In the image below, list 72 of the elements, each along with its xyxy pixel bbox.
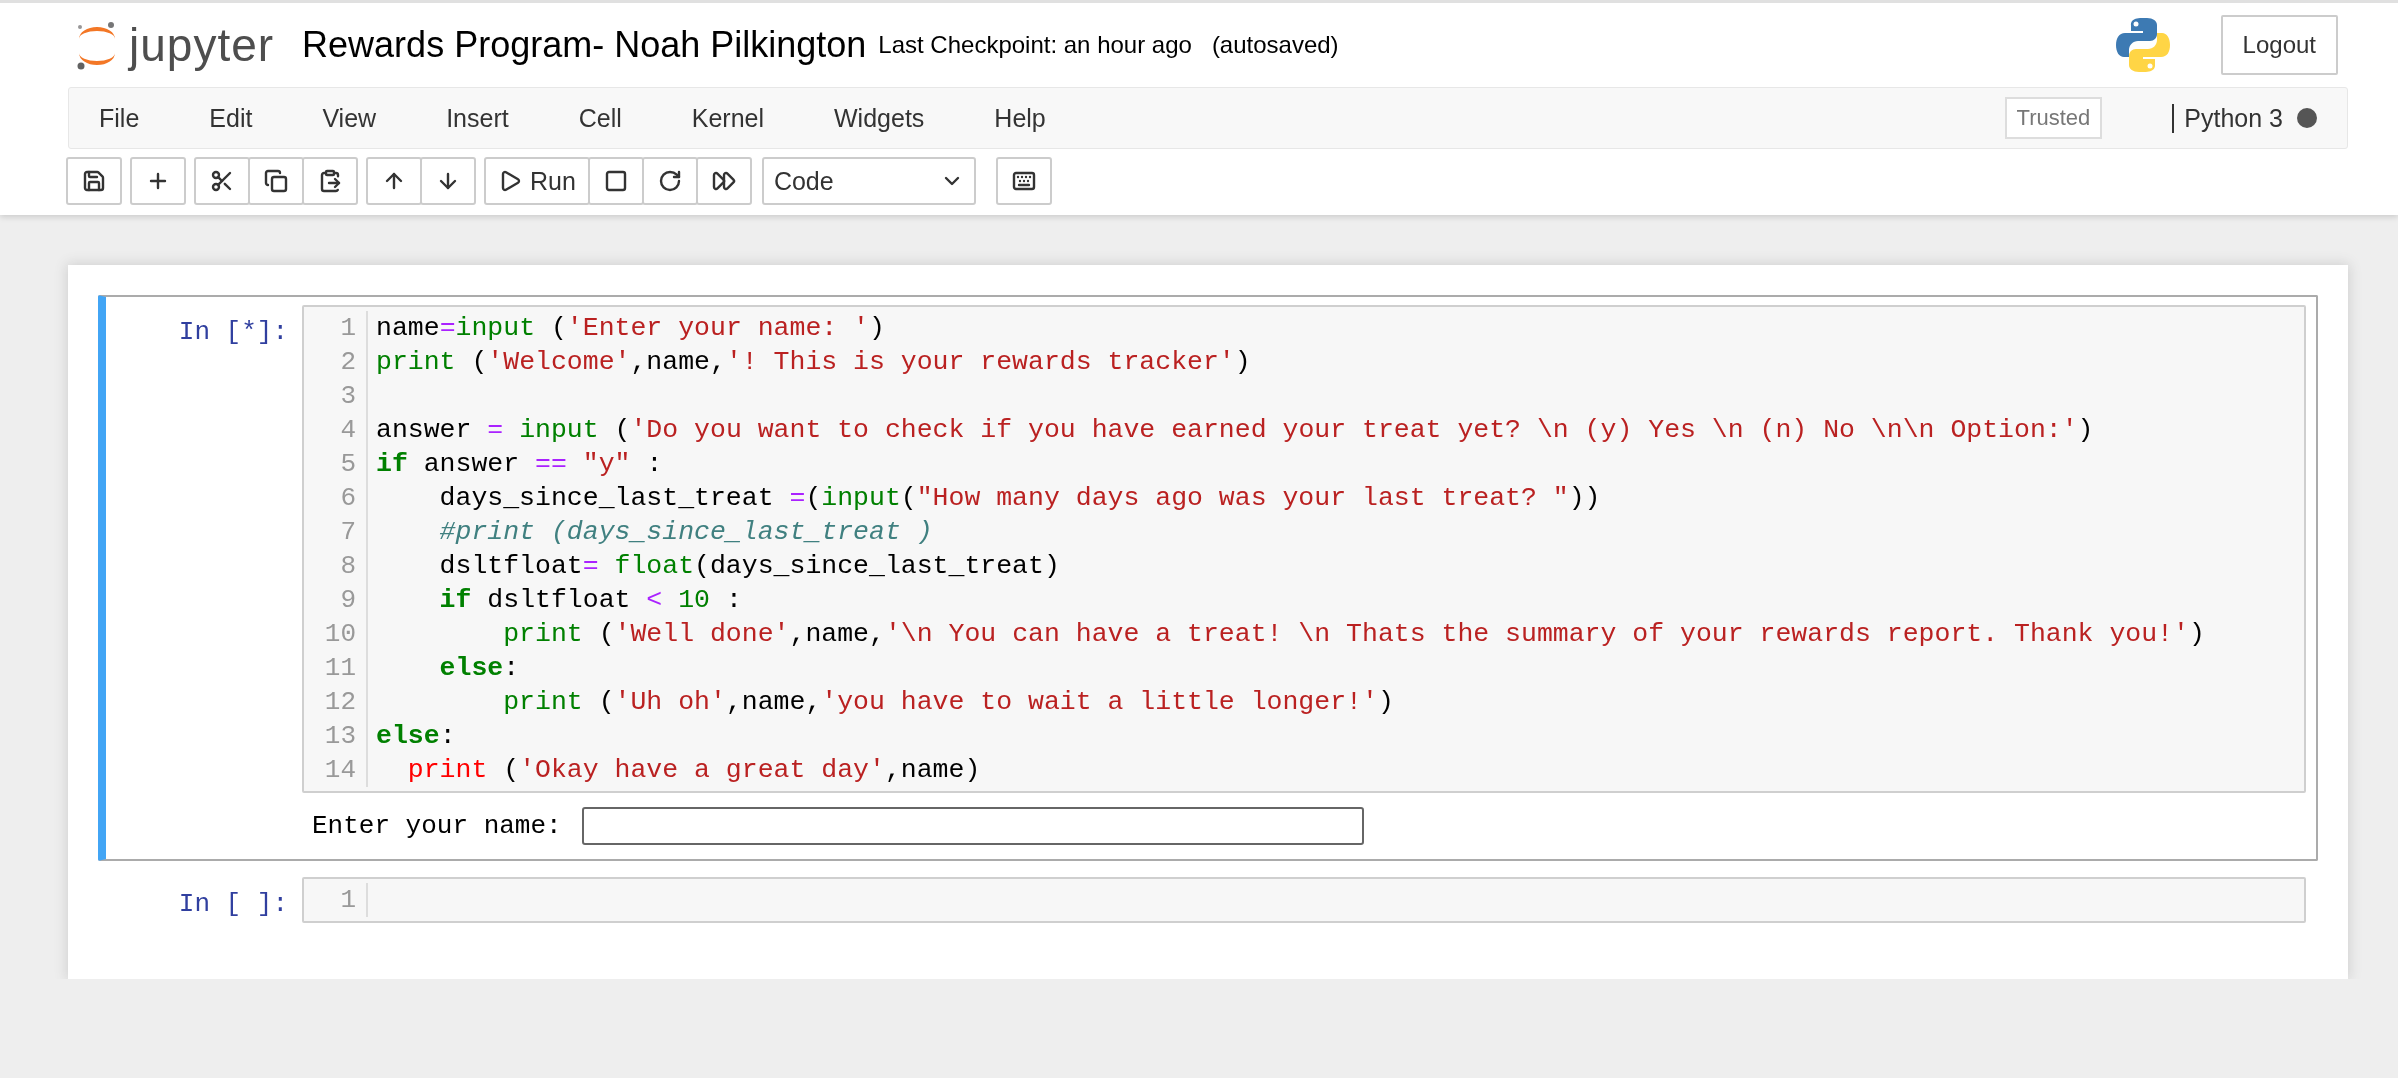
line-number: 7 bbox=[340, 516, 356, 549]
python-logo-icon bbox=[2114, 16, 2171, 74]
scissors-icon bbox=[210, 169, 234, 193]
menu-item[interactable]: File bbox=[99, 103, 140, 133]
code-editor[interactable] bbox=[302, 305, 2306, 793]
logout-button[interactable]: Logout bbox=[2220, 15, 2338, 75]
save-icon bbox=[82, 169, 106, 193]
code-line: name=input ('Enter your name: ') bbox=[376, 312, 886, 345]
menu-item[interactable]: Kernel bbox=[691, 103, 764, 133]
move-up-button[interactable] bbox=[366, 157, 422, 205]
line-number: 1 bbox=[340, 884, 356, 917]
code-line: days_since_last_treat =(input("How many days ago was your last treat? ")) bbox=[438, 482, 1602, 515]
menu-item[interactable]: Insert bbox=[446, 103, 509, 133]
copy-icon bbox=[264, 169, 288, 193]
line-number: 5 bbox=[340, 448, 356, 481]
menu-item[interactable]: Cell bbox=[578, 103, 622, 133]
menu-item[interactable]: Edit bbox=[209, 103, 253, 133]
keyboard-icon bbox=[1011, 169, 1036, 193]
code-cell[interactable] bbox=[98, 295, 2318, 861]
line-number: 8 bbox=[340, 550, 356, 583]
cut-button[interactable] bbox=[194, 157, 250, 205]
keyboard-button[interactable] bbox=[995, 157, 1052, 205]
input-field[interactable] bbox=[581, 807, 1364, 845]
save-button[interactable] bbox=[66, 157, 122, 205]
line-number: 11 bbox=[324, 652, 356, 685]
move-down-button[interactable] bbox=[420, 157, 476, 205]
code-line: print ('Well done',name,'\n You can have a treat! \n Thats the summary of your rewards report. Thank you!') bbox=[502, 618, 2205, 651]
input-prompt: In [ ]: bbox=[177, 888, 289, 919]
code-cell[interactable]: In [ ]: 1 bbox=[98, 867, 2318, 933]
stop-icon bbox=[603, 169, 628, 193]
line-number: 14 bbox=[324, 754, 356, 787]
notebook-title[interactable]: Rewards Program- Noah Pilkington bbox=[302, 24, 867, 66]
code-line: print ('Uh oh',name,'you have to wait a little longer!') bbox=[502, 686, 1395, 719]
run-button[interactable]: Run bbox=[484, 157, 590, 205]
restart-icon bbox=[657, 169, 682, 193]
checkpoint-status: Last Checkpoint: an hour ago bbox=[878, 31, 1192, 59]
code-line: else: bbox=[376, 720, 457, 753]
code-line: print ('Okay have a great day',name) bbox=[406, 754, 982, 787]
paste-button[interactable] bbox=[302, 157, 358, 205]
line-number: 4 bbox=[340, 414, 356, 447]
code-line: #print (days_since_last_treat ) bbox=[438, 516, 934, 549]
line-number: 3 bbox=[340, 380, 356, 413]
autosave-status: (autosaved) bbox=[1211, 31, 1339, 59]
paste-icon bbox=[318, 169, 342, 193]
restart-button[interactable] bbox=[641, 157, 698, 205]
line-number: 2 bbox=[340, 346, 356, 379]
line-number: 12 bbox=[324, 686, 356, 719]
input-prompt-text: Enter your name: bbox=[312, 811, 562, 841]
logo-text: jupyter bbox=[129, 18, 275, 72]
line-number: 1 bbox=[340, 312, 356, 345]
kernel-name: Python 3 bbox=[2172, 103, 2283, 133]
code-line: if answer == "y" : bbox=[376, 448, 664, 481]
copy-button[interactable] bbox=[248, 157, 304, 205]
input-prompt: In [*]: bbox=[177, 316, 289, 347]
insert-cell-button[interactable] bbox=[130, 157, 186, 205]
menu-item[interactable]: Help bbox=[994, 103, 1046, 133]
line-number: 6 bbox=[340, 482, 356, 515]
line-number: 10 bbox=[324, 618, 356, 651]
code-line: if dsltfloat < 10 : bbox=[438, 584, 743, 617]
run-all-button[interactable] bbox=[695, 157, 752, 205]
menu-item[interactable]: View bbox=[322, 103, 377, 133]
line-number: 9 bbox=[340, 584, 356, 617]
cell-type-select[interactable]: Code bbox=[761, 157, 976, 205]
line-number: 13 bbox=[324, 720, 356, 753]
fast-forward-icon bbox=[711, 169, 736, 193]
code-line: answer = input ('Do you want to check if you have earned your treat yet? \n (y) Yes \n (n) No \n\n Option:') bbox=[376, 414, 2095, 447]
code-line: dsltfloat= float(days_since_last_treat) bbox=[438, 550, 1061, 583]
stop-button[interactable] bbox=[587, 157, 644, 205]
code-line: else: bbox=[438, 652, 521, 685]
trusted-indicator[interactable]: Trusted bbox=[2004, 97, 2103, 139]
code-line: print ('Welcome',name,'! This is your rewards tracker') bbox=[376, 346, 1252, 379]
menu-item[interactable]: Widgets bbox=[834, 103, 925, 133]
